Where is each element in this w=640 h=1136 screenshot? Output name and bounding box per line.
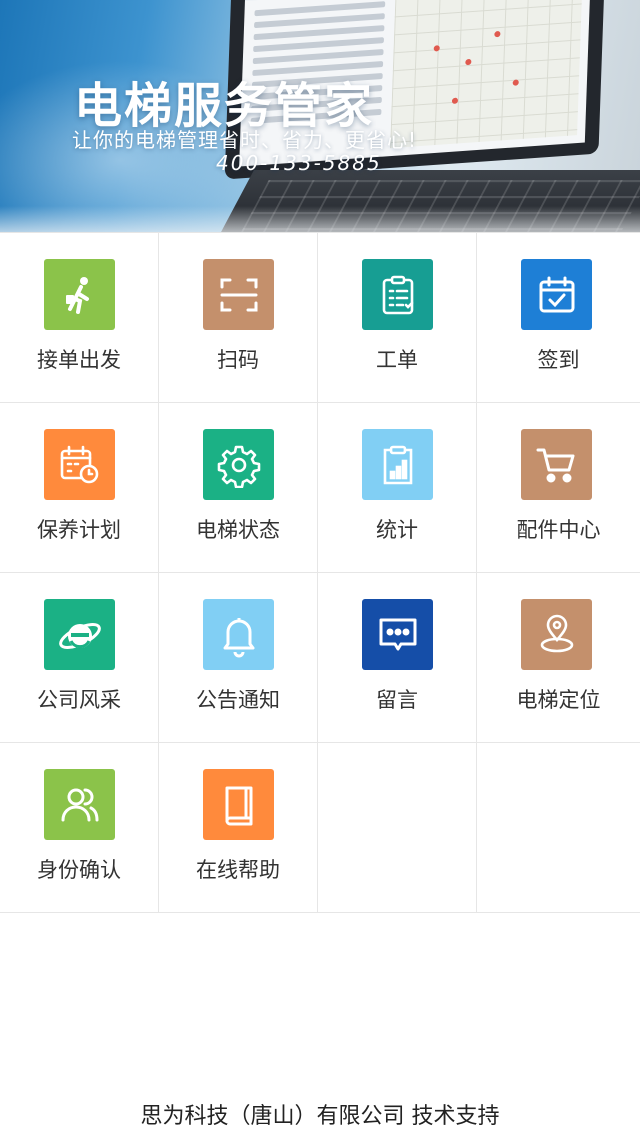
menu-item-online-help[interactable]: 在线帮助 xyxy=(159,743,318,912)
menu-item-announcements[interactable]: 公告通知 xyxy=(159,573,318,742)
scan-icon xyxy=(203,259,274,330)
menu-grid: 接单出发 扫码 工单 签到 保养计划 电梯状态 统计 配件中心 公司风采 公告通… xyxy=(0,232,640,913)
banner-slogan: 让你的电梯管理省时、省力、更省心! xyxy=(72,128,418,152)
menu-item-label: 电梯定位 xyxy=(516,688,601,712)
menu-item-label: 留言 xyxy=(376,688,418,712)
browser-e-icon xyxy=(44,599,115,670)
calendar-check-icon xyxy=(521,259,592,330)
menu-item-label: 身份确认 xyxy=(37,858,121,882)
menu-row: 公司风采 公告通知 留言 电梯定位 xyxy=(0,573,640,743)
shopping-cart-icon xyxy=(521,429,592,500)
banner-phone: 400-133-5885 xyxy=(216,151,382,175)
menu-item-identity-confirm[interactable]: 身份确认 xyxy=(0,743,159,912)
banner: 电梯服务管家 让你的电梯管理省时、省力、更省心! 400-133-5885 xyxy=(0,0,640,232)
menu-item-accept-order[interactable]: 接单出发 xyxy=(0,233,159,402)
menu-item-work-order[interactable]: 工单 xyxy=(318,233,477,402)
menu-item-maintenance-plan[interactable]: 保养计划 xyxy=(0,403,159,572)
bell-icon xyxy=(203,599,274,670)
menu-item-label: 扫码 xyxy=(217,348,259,372)
location-pin-icon xyxy=(521,599,592,670)
menu-item-label: 公告通知 xyxy=(196,688,280,712)
gear-icon xyxy=(203,429,274,500)
clipboard-chart-icon xyxy=(362,429,433,500)
menu-row: 接单出发 扫码 工单 签到 xyxy=(0,233,640,403)
menu-item-check-in[interactable]: 签到 xyxy=(477,233,640,402)
menu-item-label: 统计 xyxy=(376,518,418,542)
message-bubble-icon xyxy=(362,599,433,670)
menu-item-label: 工单 xyxy=(376,348,418,372)
desk-surface xyxy=(0,206,640,232)
menu-item-company-profile[interactable]: 公司风采 xyxy=(0,573,159,742)
clipboard-checklist-icon xyxy=(362,259,433,330)
menu-item-messages[interactable]: 留言 xyxy=(318,573,477,742)
book-icon xyxy=(203,769,274,840)
menu-item-label: 电梯状态 xyxy=(196,518,280,542)
menu-item-label: 在线帮助 xyxy=(196,858,280,882)
menu-item-label: 接单出发 xyxy=(37,348,121,372)
menu-row: 保养计划 电梯状态 统计 配件中心 xyxy=(0,403,640,573)
calendar-clock-icon xyxy=(44,429,115,500)
empty-cell xyxy=(477,743,640,912)
menu-item-elevator-location[interactable]: 电梯定位 xyxy=(477,573,640,742)
menu-item-label: 签到 xyxy=(537,348,580,372)
menu-item-statistics[interactable]: 统计 xyxy=(318,403,477,572)
menu-row: 身份确认 在线帮助 xyxy=(0,743,640,913)
menu-item-label: 公司风采 xyxy=(37,688,121,712)
footer-credit: 思为科技（唐山）有限公司 技术支持 xyxy=(140,1104,500,1129)
users-icon xyxy=(44,769,115,840)
menu-item-label: 保养计划 xyxy=(37,518,121,542)
menu-item-elevator-status[interactable]: 电梯状态 xyxy=(159,403,318,572)
menu-item-scan[interactable]: 扫码 xyxy=(159,233,318,402)
menu-item-parts-center[interactable]: 配件中心 xyxy=(477,403,640,572)
menu-item-label: 配件中心 xyxy=(516,518,601,542)
empty-cell xyxy=(318,743,477,912)
walking-person-icon xyxy=(44,259,115,330)
